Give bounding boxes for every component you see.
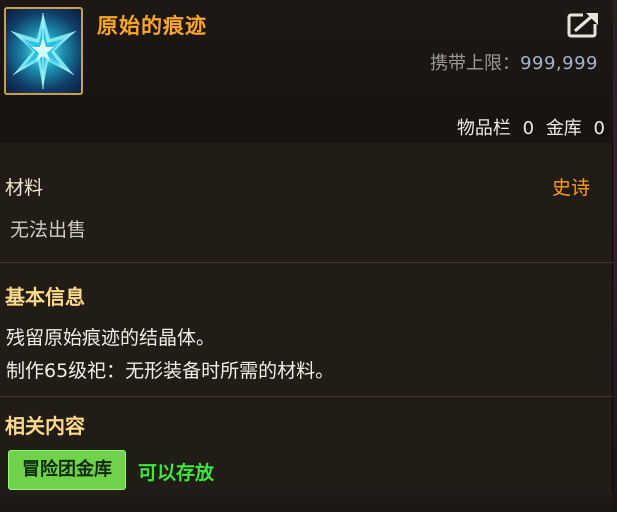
share-icon[interactable]: [567, 10, 601, 38]
background-fade: [0, 492, 613, 512]
basic-info-title: 基本信息: [5, 285, 85, 309]
tooltip-header: 原始的痕迹 携带上限：999,999 物品栏 0 金库 0: [0, 0, 613, 143]
storage-label: 金库: [545, 118, 582, 139]
item-rarity: 史诗: [551, 177, 590, 199]
inventory-label: 物品栏: [456, 118, 511, 139]
basic-info-line: 制作65级祀：无形装备时所需的材料。: [6, 360, 335, 382]
divider: [0, 262, 613, 263]
carry-limit-value: 999,999: [520, 53, 598, 74]
background-edge: [613, 0, 617, 512]
storage-status: 可以存放: [138, 462, 215, 484]
inventory-count: 物品栏 0 金库 0: [457, 114, 605, 140]
item-name: 原始的痕迹: [97, 14, 207, 38]
item-type: 材料: [5, 177, 44, 199]
storage-value: 0: [593, 118, 605, 139]
basic-info-line: 残留原始痕迹的结晶体。: [6, 327, 216, 349]
carry-limit: 携带上限：999,999: [430, 49, 598, 75]
carry-limit-label: 携带上限：: [430, 53, 521, 74]
item-tooltip: 原始的痕迹 携带上限：999,999 物品栏 0 金库 0 材料 史诗 无法出售…: [0, 0, 613, 512]
sell-status: 无法出售: [10, 219, 87, 241]
adventure-vault-tag[interactable]: 冒险团金库: [8, 450, 126, 490]
divider: [0, 396, 613, 397]
related-title: 相关内容: [5, 414, 85, 438]
inventory-value: 0: [522, 118, 535, 139]
crystal-shard-icon: [4, 7, 83, 95]
